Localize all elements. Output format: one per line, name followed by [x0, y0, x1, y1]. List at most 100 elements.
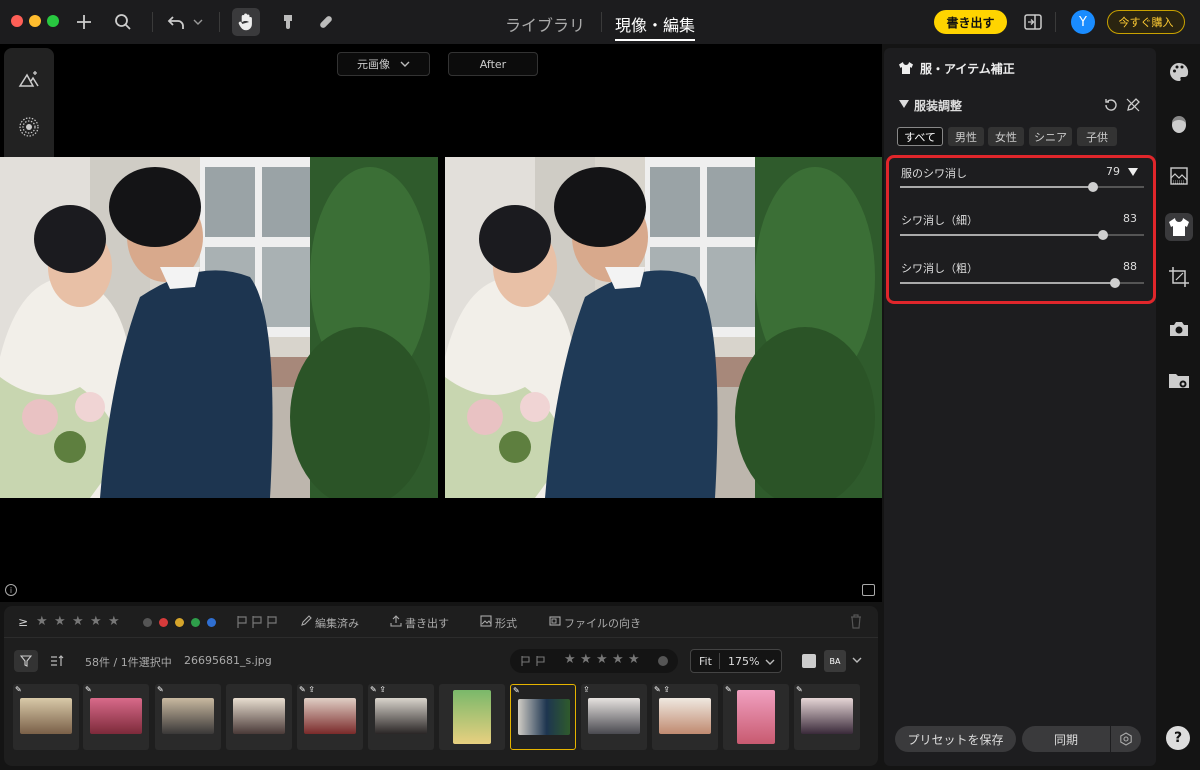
fit-label[interactable]: Fit	[699, 655, 712, 668]
add-icon[interactable]	[71, 10, 97, 34]
before-view-select[interactable]: 元画像	[337, 52, 430, 76]
chip-male[interactable]: 男性	[948, 127, 984, 146]
exported-filter[interactable]: 書き出す	[405, 615, 449, 631]
thumbnail[interactable]: ✎ ⇪	[297, 684, 363, 750]
color-label-blue[interactable]	[207, 618, 216, 627]
sort-icon[interactable]	[50, 654, 64, 668]
info-icon[interactable]: i	[5, 584, 17, 596]
chip-female[interactable]: 女性	[988, 127, 1024, 146]
thumbnail[interactable]: ✎	[723, 684, 789, 750]
slider-knob[interactable]	[1097, 230, 1108, 240]
hand-tool-icon[interactable]	[232, 8, 260, 36]
bandage-tool-icon[interactable]	[313, 10, 339, 34]
slider-track[interactable]	[900, 230, 1144, 240]
star-icon[interactable]: ★	[580, 652, 592, 667]
star-icon[interactable]: ★	[612, 652, 624, 667]
filter-star-icon[interactable]: ★	[72, 614, 84, 629]
slider-value[interactable]: 88	[1123, 260, 1137, 273]
edited-filter[interactable]: 編集済み	[315, 615, 359, 631]
close-window-button[interactable]	[11, 15, 23, 27]
color-label-gray[interactable]	[143, 618, 152, 627]
chip-child[interactable]: 子供	[1077, 127, 1117, 146]
format-filter[interactable]: 形式	[495, 615, 517, 631]
sync-button[interactable]: 同期	[1022, 726, 1110, 752]
chip-senior[interactable]: シニア	[1029, 127, 1072, 146]
exported-badge-icon: ⇪	[583, 685, 590, 694]
color-label-red[interactable]	[159, 618, 168, 627]
rating-operator[interactable]: ≥	[18, 615, 28, 629]
thumbnail[interactable]: ✎	[83, 684, 149, 750]
export-button[interactable]: 書き出す	[934, 10, 1007, 34]
brush-tool-icon[interactable]	[275, 10, 301, 34]
thumbnail[interactable]: ✎	[13, 684, 79, 750]
flag-icon[interactable]	[520, 655, 548, 667]
chip-all[interactable]: すべて	[897, 127, 943, 146]
tab-develop-edit[interactable]: 現像・編集	[615, 12, 696, 41]
save-preset-button[interactable]: プリセットを保存	[895, 726, 1016, 752]
thumbnail-selected[interactable]: ✎	[510, 684, 576, 750]
background-texture-icon[interactable]	[1167, 164, 1191, 188]
expand-triangle-icon[interactable]	[1128, 168, 1138, 176]
color-label-icon[interactable]	[658, 656, 668, 666]
radial-blur-icon[interactable]	[17, 115, 41, 139]
eraser-edit-icon[interactable]	[1125, 97, 1141, 113]
before-after-view-icon[interactable]: BA	[824, 650, 846, 672]
palette-icon[interactable]	[1167, 60, 1191, 84]
filter-funnel-icon[interactable]	[14, 650, 38, 672]
thumbnail[interactable]	[226, 684, 292, 750]
sync-settings-icon[interactable]	[1111, 726, 1141, 752]
slider-track[interactable]	[900, 278, 1144, 288]
slider-fill	[900, 282, 1115, 284]
filter-star-icon[interactable]: ★	[36, 614, 48, 629]
trash-icon[interactable]	[850, 614, 862, 629]
slider-knob[interactable]	[1109, 278, 1120, 288]
star-icon[interactable]: ★	[564, 652, 576, 667]
toolbar-divider	[152, 12, 153, 32]
chevron-down-icon[interactable]	[852, 656, 862, 664]
avatar[interactable]: Y	[1071, 10, 1095, 34]
panel-toggle-icon[interactable]	[1020, 10, 1046, 34]
thumbnail[interactable]	[439, 684, 505, 750]
undo-icon[interactable]	[164, 10, 190, 34]
tab-divider	[601, 12, 602, 32]
zoom-control[interactable]: Fit 175%	[690, 649, 782, 673]
slider-value[interactable]: 79	[1106, 165, 1120, 178]
filter-star-icon[interactable]: ★	[108, 614, 120, 629]
thumbnail[interactable]: ✎ ⇪	[368, 684, 434, 750]
star-icon[interactable]: ★	[596, 652, 608, 667]
slider-track[interactable]	[900, 182, 1144, 192]
section-title[interactable]: 服装調整	[914, 97, 962, 114]
flag-filter-icon[interactable]	[236, 615, 280, 629]
buy-now-button[interactable]: 今すぐ購入	[1107, 10, 1185, 34]
color-label-green[interactable]	[191, 618, 200, 627]
tab-library[interactable]: ライブラリ	[505, 12, 585, 36]
thumbnail[interactable]: ⇪	[581, 684, 647, 750]
thumbnail[interactable]: ✎ ⇪	[652, 684, 718, 750]
thumbnail[interactable]: ✎	[155, 684, 221, 750]
clothing-icon[interactable]	[1165, 213, 1193, 241]
face-retouch-icon[interactable]	[1167, 112, 1191, 136]
collapse-triangle-icon[interactable]	[899, 100, 909, 108]
compare-view-icon[interactable]	[862, 584, 875, 596]
crop-icon[interactable]	[1167, 265, 1191, 289]
minimize-window-button[interactable]	[29, 15, 41, 27]
zoom-window-button[interactable]	[47, 15, 59, 27]
orientation-filter[interactable]: ファイルの向き	[564, 615, 641, 631]
selection-count: 58件 / 1件選択中	[85, 656, 172, 669]
help-button[interactable]: ?	[1166, 726, 1190, 750]
filter-star-icon[interactable]: ★	[90, 614, 102, 629]
folder-view-icon[interactable]	[1167, 369, 1191, 393]
camera-icon[interactable]	[1167, 317, 1191, 341]
filter-star-icon[interactable]: ★	[54, 614, 66, 629]
star-icon[interactable]: ★	[628, 652, 640, 667]
single-view-icon[interactable]	[802, 654, 816, 668]
zoom-value[interactable]: 175%	[728, 655, 759, 668]
slider-value[interactable]: 83	[1123, 212, 1137, 225]
chevron-down-icon[interactable]	[190, 10, 206, 34]
thumbnail[interactable]: ✎	[794, 684, 860, 750]
search-icon[interactable]	[110, 10, 136, 34]
slider-knob[interactable]	[1087, 182, 1098, 192]
reset-icon[interactable]	[1103, 97, 1119, 113]
color-label-yellow[interactable]	[175, 618, 184, 627]
landscape-enhance-icon[interactable]	[17, 67, 41, 91]
